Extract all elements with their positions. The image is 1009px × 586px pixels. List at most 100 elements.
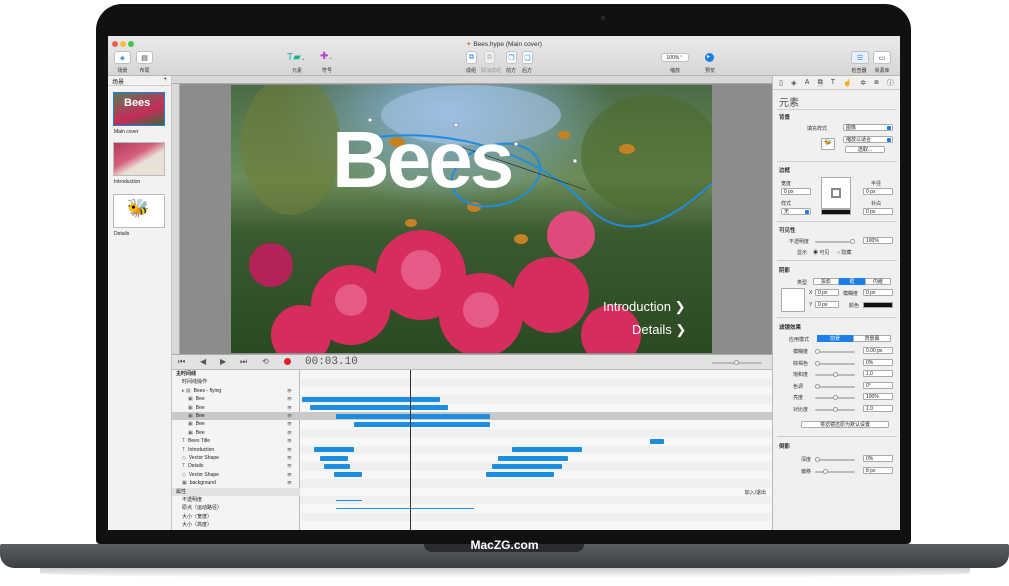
library-toggle-button[interactable]: ▭ xyxy=(873,51,891,64)
group-button[interactable]: ⧉ xyxy=(466,51,477,64)
ease-menu[interactable]: 加入/退出 xyxy=(745,489,766,496)
step-forward-button[interactable]: ⏭ xyxy=(240,357,247,367)
depth-slider[interactable] xyxy=(815,457,855,462)
visible-radio[interactable]: ◉ 可见 xyxy=(813,249,829,256)
filter-value-field[interactable]: 1.0 xyxy=(863,370,893,377)
animation-bar[interactable] xyxy=(334,472,362,478)
timeline-layer-row[interactable]: ▣ Bee 👁 xyxy=(172,404,300,412)
border-color-well[interactable] xyxy=(821,209,851,215)
image-well[interactable]: 🐝 xyxy=(821,138,835,150)
animation-bar[interactable] xyxy=(302,396,440,402)
shadow-color-well[interactable] xyxy=(863,302,893,308)
timeline-track[interactable] xyxy=(300,496,772,505)
border-style-select[interactable]: 无 xyxy=(781,208,811,215)
timeline-track[interactable] xyxy=(300,470,772,480)
layout-toggle-button[interactable]: ▤ xyxy=(136,51,153,64)
border-sides-control[interactable] xyxy=(821,177,851,209)
scenes-toggle-button[interactable]: ◈ xyxy=(114,51,131,64)
filter-slider[interactable] xyxy=(815,360,855,366)
inspector-toggle-button[interactable]: ☰ xyxy=(851,51,869,64)
shadow-inset-segment[interactable]: 内嵌 xyxy=(865,278,891,285)
scene-thumb-main-cover[interactable]: Bees xyxy=(113,92,165,126)
filter-value-field[interactable]: 0% xyxy=(863,358,893,366)
timeline-action-row[interactable]: 时间线操作 xyxy=(172,378,300,386)
property-row[interactable]: 大小（宽度） xyxy=(172,513,300,521)
timeline-track[interactable] xyxy=(300,512,772,522)
visibility-eye-icon[interactable]: 👁 xyxy=(287,387,292,395)
text-inspector-icon[interactable]: T xyxy=(831,79,835,86)
visibility-eye-icon[interactable]: 👁 xyxy=(287,471,292,479)
animation-bar[interactable] xyxy=(320,455,348,461)
animation-bar[interactable] xyxy=(498,455,568,461)
timeline-layer-row[interactable]: ▣ Bee 👁 xyxy=(172,429,300,437)
scene-thumb-details[interactable]: 🐝 xyxy=(113,194,165,228)
timeline-zoom-slider[interactable] xyxy=(712,360,762,365)
timeline-track[interactable] xyxy=(300,386,772,396)
visibility-eye-icon[interactable]: 👁 xyxy=(287,437,292,445)
scene-stage[interactable]: Bees Introduction ❯ Details ❯ xyxy=(231,85,712,353)
bees-title[interactable]: Bees xyxy=(332,120,514,200)
timeline-layer-row[interactable]: ▣ Bee 👁 xyxy=(172,412,300,421)
timeline-track[interactable] xyxy=(300,428,772,438)
timeline-layer-row[interactable]: ◇ Vector Shape 👁 xyxy=(172,471,300,479)
border-width-field[interactable]: 0 px xyxy=(781,188,811,195)
animation-bar[interactable] xyxy=(650,438,664,444)
introduction-link[interactable]: Introduction ❯ xyxy=(603,299,685,315)
timeline-layer-row[interactable]: ▸ ▤ Bees - flying 👁 xyxy=(172,387,300,395)
add-scene-button[interactable]: + xyxy=(163,77,167,84)
timeline-track[interactable] xyxy=(300,462,772,471)
filter-value-field[interactable]: 0° xyxy=(863,381,893,389)
identity-inspector-icon[interactable]: ⓘ xyxy=(887,78,894,88)
property-row[interactable]: 不透明度 xyxy=(172,496,300,504)
property-row[interactable]: 原点（运动路径） xyxy=(172,504,300,512)
property-row[interactable]: 大小（高度） xyxy=(172,521,300,529)
visibility-eye-icon[interactable]: 👁 xyxy=(287,395,292,403)
bring-front-button[interactable]: ❐ xyxy=(506,51,517,64)
padding-field[interactable]: 0 px xyxy=(863,208,893,215)
shadow-drop-segment[interactable]: 投影 xyxy=(813,278,839,285)
timeline-track[interactable] xyxy=(300,479,772,488)
timeline-track[interactable] xyxy=(300,378,772,387)
depth-field[interactable]: 0% xyxy=(863,455,893,462)
slider-knob[interactable] xyxy=(833,406,838,412)
animation-bar[interactable] xyxy=(492,464,562,470)
animation-bar[interactable] xyxy=(314,447,354,453)
loop-button[interactable]: ⟲ xyxy=(262,357,269,366)
zoom-field[interactable]: 100% ⌃ xyxy=(661,53,689,62)
visibility-eye-icon[interactable]: 👁 xyxy=(287,479,292,487)
document-inspector-icon[interactable]: ▯ xyxy=(779,79,783,87)
scene-inspector-icon[interactable]: ◈ xyxy=(791,79,796,87)
go-start-button[interactable]: ⏮ xyxy=(178,357,185,367)
slider-knob[interactable] xyxy=(833,372,838,377)
filter-slider[interactable] xyxy=(815,383,855,389)
apply-backdrop-segment[interactable]: 背景幕 xyxy=(853,335,891,342)
timeline-track[interactable] xyxy=(300,395,772,404)
filter-value-field[interactable]: 100% xyxy=(863,393,893,400)
symbols-menu-button[interactable]: ✚⌄ xyxy=(320,51,333,62)
timeline-track[interactable] xyxy=(300,370,772,379)
timeline-track[interactable] xyxy=(300,521,772,530)
details-link[interactable]: Details ❯ xyxy=(632,322,686,338)
filter-value-field[interactable]: 0.00 px xyxy=(863,347,893,354)
visibility-eye-icon[interactable]: 👁 xyxy=(287,446,292,454)
animation-bar[interactable] xyxy=(512,447,582,453)
choose-image-button[interactable]: 选取... xyxy=(845,146,885,153)
timeline-layer-row[interactable]: ▣ Bee 👁 xyxy=(172,395,300,403)
physics-inspector-icon[interactable]: ✲ xyxy=(860,79,866,87)
animation-bar[interactable] xyxy=(310,405,448,411)
properties-header-row[interactable]: 属性 xyxy=(172,487,300,496)
filter-slider[interactable] xyxy=(815,406,855,412)
timeline-track[interactable] xyxy=(300,445,772,454)
reset-filters-button[interactable]: 将滤镜还原为默认设置 xyxy=(801,421,889,428)
animation-bar[interactable] xyxy=(354,422,490,428)
filter-slider[interactable] xyxy=(815,349,855,354)
playhead[interactable] xyxy=(410,370,411,530)
radius-field[interactable]: 0 px xyxy=(863,188,893,195)
shadow-blur-field[interactable]: 0 px xyxy=(863,289,893,296)
send-back-button[interactable]: ❏ xyxy=(522,51,533,64)
timeline-track[interactable]: 加入/退出 xyxy=(300,487,772,496)
actions-inspector-icon[interactable]: ☝ xyxy=(843,79,852,87)
visibility-eye-icon[interactable]: 👁 xyxy=(287,420,292,428)
shadow-y-field[interactable]: 0 px xyxy=(815,301,839,308)
image-scale-select[interactable]: 缩放以适合 xyxy=(843,136,893,143)
